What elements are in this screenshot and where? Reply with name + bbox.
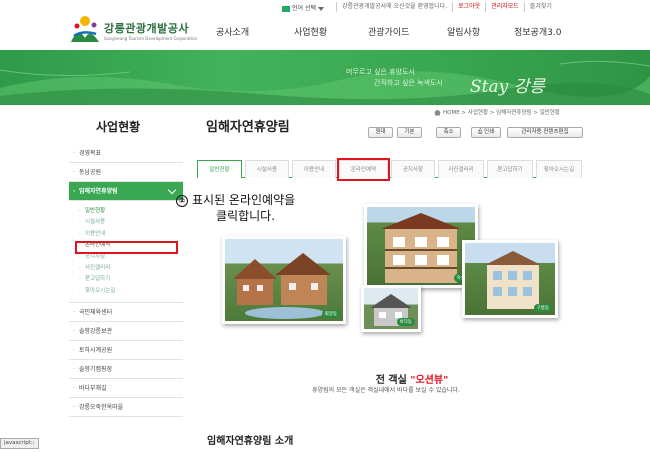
banner-slogan: Stay 강릉 — [470, 77, 545, 97]
page-title: 임해자연휴양림 — [206, 120, 290, 135]
browser-status-bar: javascript:; — [0, 438, 39, 449]
bookmark-link[interactable]: 즐겨찾기 — [523, 2, 557, 12]
instruction-line-2: 클릭합니다. — [216, 209, 276, 223]
sidebar-item-clock-park[interactable]: 토하시계공원 — [69, 341, 183, 361]
sidebar-active-label: 임해자연휴양림 — [79, 188, 118, 195]
admin-mode-link[interactable]: 관리자모드 — [485, 2, 524, 12]
section-title: 임해자연휴양림 소개 — [207, 436, 294, 447]
sidebar-item-park[interactable]: 동남공원 — [69, 163, 183, 182]
sub-visual-banner: 머무르고 싶은 휴양도시 간직하고 싶은 녹색도시 Stay 강릉 — [0, 50, 650, 105]
sidebar-item-hanok-village[interactable]: 강릉오죽한옥마을 — [69, 398, 183, 418]
dropdown-arrow-icon — [318, 6, 324, 11]
tab-notice[interactable]: 공지사항 — [391, 160, 435, 178]
ocean-view-description: 휴양림의 모든 객실은 객실내에서 바다를 보실 수 있습니다. — [312, 387, 460, 394]
zoom-reset-button[interactable]: 원대 — [368, 127, 393, 138]
breadcrumb-current: 일반현황 — [539, 110, 560, 116]
sidebar-item-sea-trail[interactable]: 바다부채길 — [69, 379, 183, 399]
language-label: 언어 선택 — [292, 5, 316, 12]
breadcrumb-home[interactable]: HOME — [443, 110, 460, 116]
tab-gallery[interactable]: 사진갤러리 — [438, 160, 484, 178]
zoom-default-button[interactable]: 기본 — [397, 127, 422, 138]
ocean-view-caption: 전 객실 "오션뷰" — [287, 371, 537, 386]
sidebar-item-forest-active[interactable]: 임해자연휴양림 — [69, 182, 183, 201]
highlight-box-sidebar — [75, 241, 178, 254]
language-select[interactable]: 언어 선택 — [282, 3, 324, 12]
print-button[interactable]: ⎙ 인쇄 — [471, 127, 501, 138]
sidebar-item-hall[interactable]: 솔향강릉보관 — [69, 322, 183, 342]
banner-landscape — [0, 60, 650, 105]
instruction-line-1: 표시된 온라인예약을 — [192, 193, 296, 207]
zoom-out-button[interactable]: 축소 — [436, 127, 461, 138]
tab-facilities[interactable]: 시설사용 — [245, 160, 289, 178]
breadcrumb-business[interactable]: 사업현황 — [468, 110, 488, 116]
nav-info-disclosure[interactable]: 정보공개3.0 — [514, 25, 561, 38]
nav-tour-guide[interactable]: 관광가이드 — [368, 25, 409, 38]
sub-item-directions[interactable]: 찾아오시는길 — [69, 286, 183, 298]
nav-notice[interactable]: 알림사항 — [447, 25, 480, 38]
breadcrumb-forest[interactable]: 임해자연휴양림 — [496, 110, 531, 116]
nav-business[interactable]: 사업현황 — [294, 25, 327, 38]
banner-copy-2: 간직하고 싶은 녹색도시 — [374, 79, 443, 87]
tab-usage[interactable]: 이용안내 — [292, 160, 336, 178]
logout-link[interactable]: 로그아웃 — [452, 2, 485, 12]
nav-company[interactable]: 공사소개 — [216, 25, 249, 38]
globe-icon — [282, 5, 290, 12]
sidebar-item-goals[interactable]: 경영목표 — [69, 144, 183, 163]
admin-edit-button[interactable]: 관리자용 컨텐츠편집 — [507, 127, 583, 138]
photo-building-4: 구름동 — [462, 240, 558, 318]
sub-item-facilities[interactable]: 시설사용 — [69, 217, 183, 229]
photo-caption-3: 바다동 — [396, 318, 415, 326]
breadcrumb: HOME > 사업현황 > 임해자연휴양림 > 일반현황 — [434, 108, 560, 116]
sidebar-title: 사업현황 — [96, 120, 141, 134]
sidebar-item-camping[interactable]: 솔향기캠핑장 — [69, 360, 183, 380]
global-nav: 공사소개 사업현황 관광가이드 알림사항 정보공개3.0 — [0, 25, 650, 41]
tab-overview[interactable]: 일반현황 — [197, 160, 242, 178]
photo-building-2: 숙숙동 — [364, 204, 478, 288]
chevron-down-icon — [167, 185, 177, 195]
photo-caption-4: 구름동 — [533, 304, 552, 312]
banner-copy-1: 머무르고 싶은 휴양도시 — [346, 68, 415, 76]
photo-caption-1: 휘양동 — [321, 310, 340, 318]
util-links: 강릉관광개발공사에 오신것을 환영합니다. 로그아웃 관리자모드 즐겨찾기 — [336, 2, 557, 12]
photo-building-1: 휘양동 — [222, 236, 346, 324]
lodge-illustration — [233, 253, 331, 319]
home-icon — [434, 109, 441, 116]
highlight-box-tab — [337, 158, 390, 181]
step-number: ② — [176, 194, 188, 207]
sidebar-menu: 경영목표 동남공원 임해자연휴양림 일반현황 시설사용 이용안내 온라인예약 공… — [69, 144, 183, 418]
photo-building-3: 바다동 — [361, 285, 421, 332]
print-label: 인쇄 — [484, 129, 495, 135]
sidebar-item-sports-center[interactable]: 국민체육센터 — [69, 303, 183, 323]
sub-item-overview[interactable]: 일반현황 — [69, 206, 183, 218]
welcome-text: 강릉관광개발공사에 오신것을 환영합니다. — [336, 2, 452, 12]
sub-item-qna[interactable]: 묻고답하기 — [69, 274, 183, 286]
tab-qna[interactable]: 묻고답하기 — [487, 160, 533, 178]
tab-directions[interactable]: 찾아오시는길 — [536, 160, 582, 178]
sub-item-gallery[interactable]: 사진갤러리 — [69, 263, 183, 275]
sub-item-usage[interactable]: 이용안내 — [69, 229, 183, 241]
